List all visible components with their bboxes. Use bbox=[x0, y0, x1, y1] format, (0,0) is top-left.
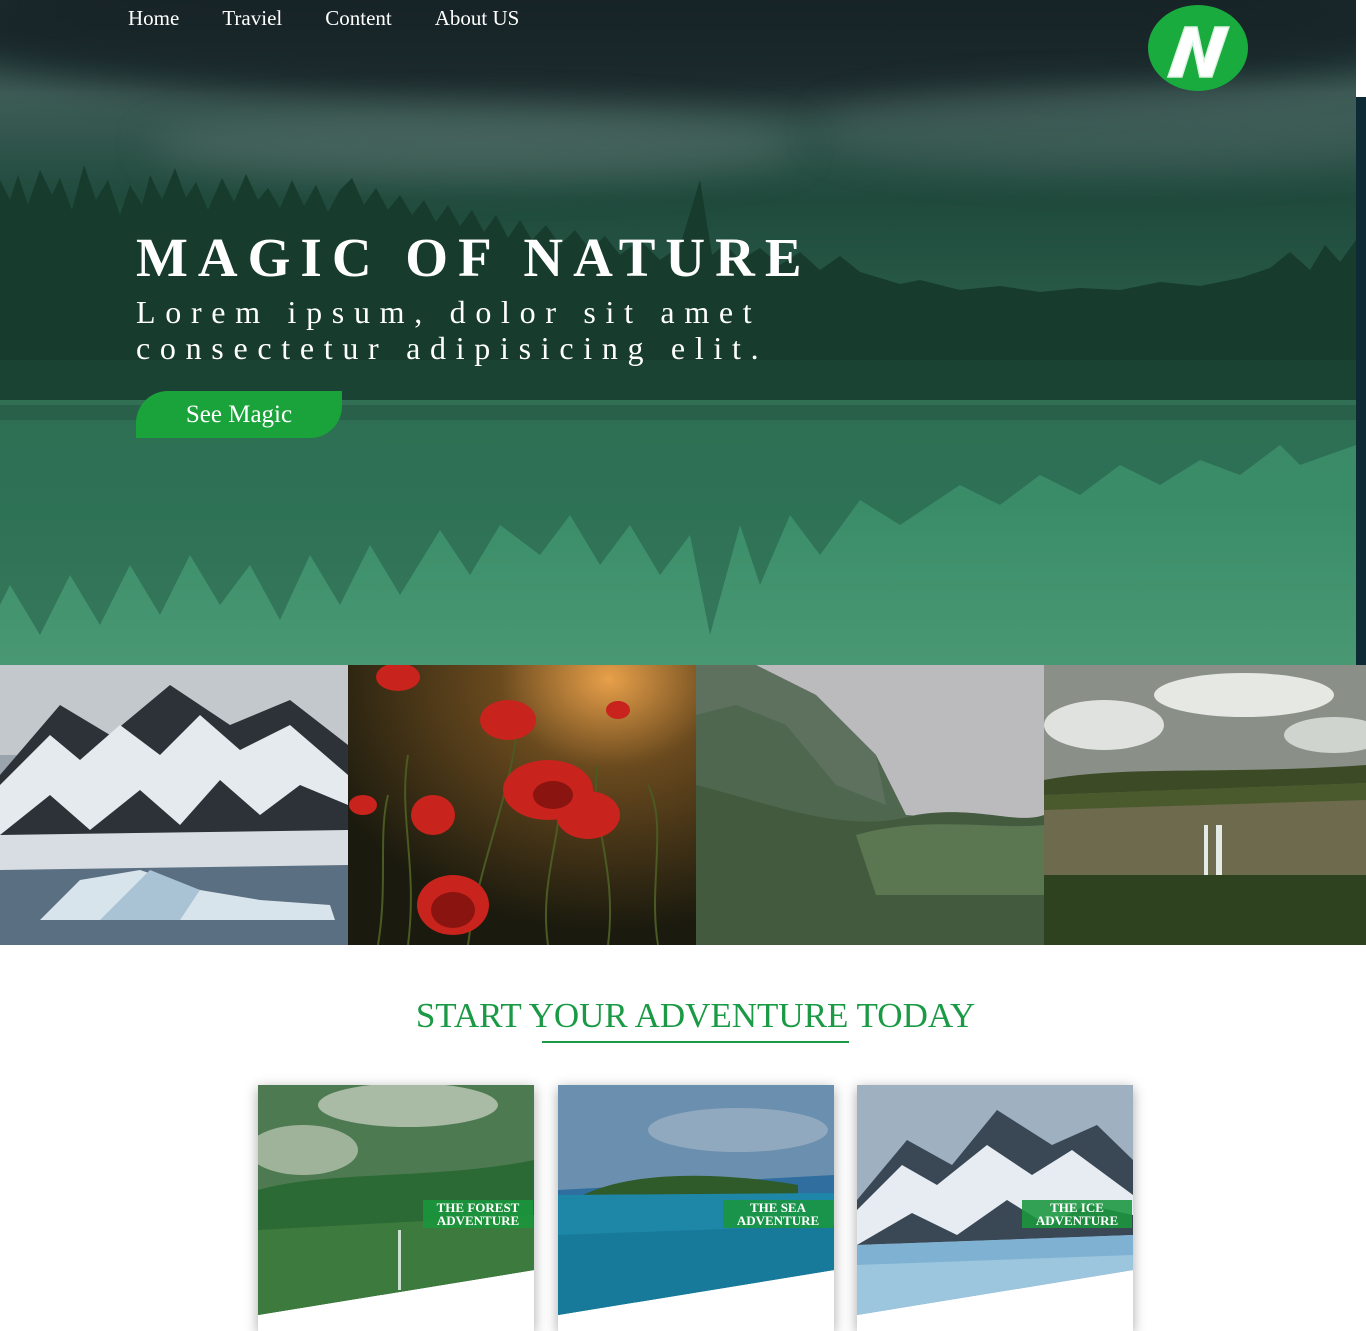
adventure-card-forest[interactable]: THE FOREST ADVENTURE bbox=[258, 1085, 534, 1331]
hero-section: Home Traviel Content About US MAGIC OF N… bbox=[0, 0, 1356, 665]
card-label: THE FOREST ADVENTURE bbox=[423, 1200, 533, 1228]
hero-subtitle: Lorem ipsum, dolor sit amet consectetur … bbox=[136, 294, 916, 366]
photo-gallery bbox=[0, 665, 1366, 945]
main-nav: Home Traviel Content About US bbox=[128, 6, 519, 31]
logo[interactable] bbox=[1148, 5, 1248, 91]
hero-mist bbox=[820, 90, 1356, 170]
card-label-line2: ADVENTURE bbox=[1035, 1213, 1119, 1228]
hero-title: MAGIC OF NATURE bbox=[136, 227, 812, 288]
card-label-line2: ADVENTURE bbox=[736, 1213, 820, 1228]
lake-reflection-image bbox=[0, 405, 1356, 635]
see-magic-button[interactable]: See Magic bbox=[136, 391, 342, 438]
nav-link-about-us[interactable]: About US bbox=[435, 6, 520, 31]
section-title: START YOUR ADVENTURE TODAY bbox=[415, 996, 976, 1035]
nav-link-home[interactable]: Home bbox=[128, 6, 179, 31]
snowy-mountains-image[interactable] bbox=[0, 665, 348, 945]
hero-subtitle-line2: consectetur adipisicing elit. bbox=[136, 330, 769, 366]
nav-link-content[interactable]: Content bbox=[325, 6, 392, 31]
scrollbar[interactable] bbox=[1356, 97, 1366, 665]
hero-subtitle-line1: Lorem ipsum, dolor sit amet bbox=[136, 294, 762, 330]
waterfall-cliff-image[interactable] bbox=[1044, 665, 1366, 945]
adventure-card-sea[interactable]: THE SEA ADVENTURE bbox=[558, 1085, 834, 1331]
section-underline bbox=[542, 1041, 849, 1043]
nav-link-traviel[interactable]: Traviel bbox=[222, 6, 282, 31]
misty-valley-image[interactable] bbox=[696, 665, 1044, 945]
adventure-card-ice[interactable]: THE ICE ADVENTURE bbox=[857, 1085, 1133, 1331]
red-poppies-image[interactable] bbox=[348, 665, 696, 945]
logo-n-icon bbox=[1166, 26, 1230, 78]
card-label-line2: ADVENTURE bbox=[436, 1213, 520, 1228]
forest-treeline-image bbox=[0, 165, 1356, 420]
card-label: THE ICE ADVENTURE bbox=[1022, 1200, 1132, 1228]
card-label: THE SEA ADVENTURE bbox=[723, 1200, 833, 1228]
